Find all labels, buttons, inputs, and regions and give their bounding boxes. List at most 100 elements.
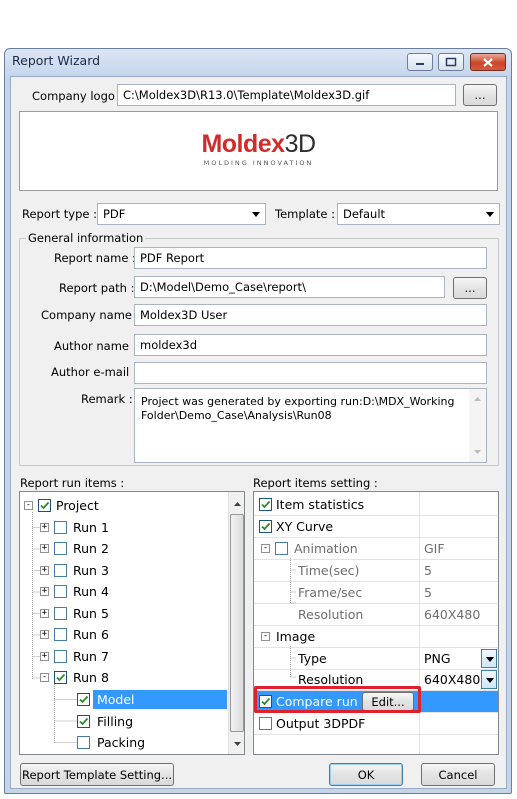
- collapse-icon[interactable]: -: [40, 673, 49, 682]
- animation-resolution-value[interactable]: 640X480: [424, 604, 480, 625]
- time-value[interactable]: 5: [424, 560, 432, 581]
- animation-format-value[interactable]: GIF: [424, 538, 445, 559]
- image-label: Image: [276, 629, 316, 644]
- checkbox-run-7[interactable]: [54, 650, 67, 663]
- author-name-field[interactable]: moldex3d: [134, 334, 487, 356]
- checkbox-animation[interactable]: [275, 542, 288, 555]
- output-3dpdf-label: Output 3DPDF: [276, 716, 366, 731]
- checkbox-xy-curve[interactable]: [259, 520, 272, 533]
- frame-label: Frame/sec: [298, 585, 363, 600]
- checkbox-output-3dpdf[interactable]: [259, 717, 272, 730]
- expand-icon[interactable]: +: [40, 566, 49, 575]
- item-statistics-row[interactable]: Item statistics: [259, 494, 364, 515]
- tree-item-label: Project: [56, 498, 99, 513]
- report-type-label: Report type :: [22, 207, 97, 221]
- checkbox-run-5[interactable]: [54, 607, 67, 620]
- company-name-label: Company name :: [41, 308, 140, 322]
- company-logo-browse-button[interactable]: ...: [463, 84, 497, 106]
- close-icon: [483, 57, 493, 67]
- report-path-browse-button[interactable]: ...: [453, 277, 487, 299]
- remark-textarea[interactable]: Project was generated by exporting run:D…: [134, 388, 487, 463]
- xy-curve-label: XY Curve: [276, 519, 334, 534]
- logo-preview: Moldex3D MOLDING INNOVATION: [19, 111, 498, 191]
- tree-item-label: Filling: [97, 714, 134, 729]
- image-type-dropdown[interactable]: [481, 649, 497, 668]
- tree-item-label: Packing: [97, 735, 146, 750]
- image-row[interactable]: - Image: [261, 626, 315, 647]
- collapse-icon[interactable]: -: [24, 501, 33, 510]
- company-name-field[interactable]: Moldex3D User: [134, 304, 487, 326]
- tree-item-run-4[interactable]: + Run 4: [40, 581, 109, 602]
- tree-item-run-1[interactable]: + Run 1: [40, 517, 109, 538]
- tree-item-label: Run 1: [73, 520, 109, 535]
- checkbox-item-statistics[interactable]: [259, 498, 272, 511]
- checkbox-run-3[interactable]: [54, 564, 67, 577]
- tree-item-run-3[interactable]: + Run 3: [40, 560, 109, 581]
- checkmark-icon: [261, 500, 271, 509]
- checkbox-run-1[interactable]: [54, 521, 67, 534]
- author-email-label: Author e-mail :: [51, 365, 137, 379]
- expand-icon[interactable]: +: [40, 544, 49, 553]
- checkbox-model[interactable]: [77, 693, 90, 706]
- expand-icon[interactable]: +: [40, 609, 49, 618]
- tree-item-label: Run 4: [73, 584, 109, 599]
- author-name-label: Author name :: [54, 339, 137, 353]
- checkbox-run-2[interactable]: [54, 542, 67, 555]
- animation-resolution-label: Resolution: [298, 607, 364, 622]
- remark-scrollbar[interactable]: [469, 389, 486, 462]
- report-template-setting-button[interactable]: Report Template Setting...: [20, 763, 174, 786]
- tree-item-filling[interactable]: Filling: [77, 711, 133, 732]
- company-logo-path-field[interactable]: C:\Moldex3D\R13.0\Template\Moldex3D.gif: [117, 84, 456, 106]
- xy-curve-row[interactable]: XY Curve: [259, 516, 333, 537]
- tree-item-packing[interactable]: Packing: [77, 732, 145, 753]
- expand-icon[interactable]: +: [40, 630, 49, 639]
- tree-scrollbar-thumb[interactable]: [230, 514, 244, 732]
- image-type-value[interactable]: PNG: [424, 648, 451, 669]
- tree-item-run-8[interactable]: - Run 8: [40, 667, 109, 688]
- expand-icon[interactable]: +: [40, 587, 49, 596]
- report-path-field[interactable]: D:\Model\Demo_Case\report\: [134, 276, 445, 298]
- close-button[interactable]: [470, 53, 506, 71]
- checkbox-project[interactable]: [38, 499, 51, 512]
- minimize-button[interactable]: [407, 53, 433, 71]
- tree-item-model[interactable]: Model: [77, 689, 227, 710]
- image-resolution-dropdown[interactable]: [481, 670, 497, 689]
- tree-item-run-2[interactable]: + Run 2: [40, 538, 109, 559]
- frame-value[interactable]: 5: [424, 582, 432, 603]
- report-name-field[interactable]: PDF Report: [134, 247, 487, 269]
- checkbox-filling[interactable]: [77, 715, 90, 728]
- chevron-down-icon: [252, 212, 260, 217]
- cancel-button[interactable]: Cancel: [421, 763, 495, 786]
- tree-item-run-6[interactable]: + Run 6: [40, 624, 109, 645]
- tree-scrollbar[interactable]: [228, 492, 244, 754]
- collapse-icon[interactable]: -: [261, 544, 270, 553]
- collapse-icon[interactable]: -: [261, 632, 270, 641]
- checkbox-run-6[interactable]: [54, 628, 67, 641]
- ok-button[interactable]: OK: [329, 763, 403, 786]
- expand-icon[interactable]: +: [40, 652, 49, 661]
- remark-text: Project was generated by exporting run:D…: [141, 395, 455, 422]
- output-3dpdf-row[interactable]: Output 3DPDF: [259, 713, 365, 734]
- maximize-icon: [445, 57, 457, 67]
- image-resolution-value[interactable]: 640X480: [424, 669, 480, 690]
- animation-row[interactable]: - Animation: [261, 538, 358, 559]
- checkbox-run-4[interactable]: [54, 585, 67, 598]
- checkbox-run-8[interactable]: [54, 671, 67, 684]
- tree-item-label: Run 8: [73, 670, 109, 685]
- tree-item-label: Run 2: [73, 541, 109, 556]
- author-email-field[interactable]: [134, 362, 487, 384]
- checkmark-icon: [40, 501, 50, 510]
- tree-item-run-5[interactable]: + Run 5: [40, 603, 109, 624]
- scroll-arrows-icon: [474, 397, 481, 454]
- tree-item-run-7[interactable]: + Run 7: [40, 646, 109, 667]
- expand-icon[interactable]: +: [40, 523, 49, 532]
- chevron-down-icon: [486, 212, 494, 217]
- tree-item-project[interactable]: - Project: [24, 495, 99, 516]
- report-run-items-label: Report run items :: [20, 476, 125, 490]
- maximize-button[interactable]: [438, 53, 464, 71]
- checkbox-packing[interactable]: [77, 736, 90, 749]
- template-select[interactable]: Default: [337, 203, 500, 225]
- tree-item-label: Run 6: [73, 627, 109, 642]
- report-name-label: Report name :: [54, 251, 136, 265]
- report-type-select[interactable]: PDF: [97, 203, 266, 225]
